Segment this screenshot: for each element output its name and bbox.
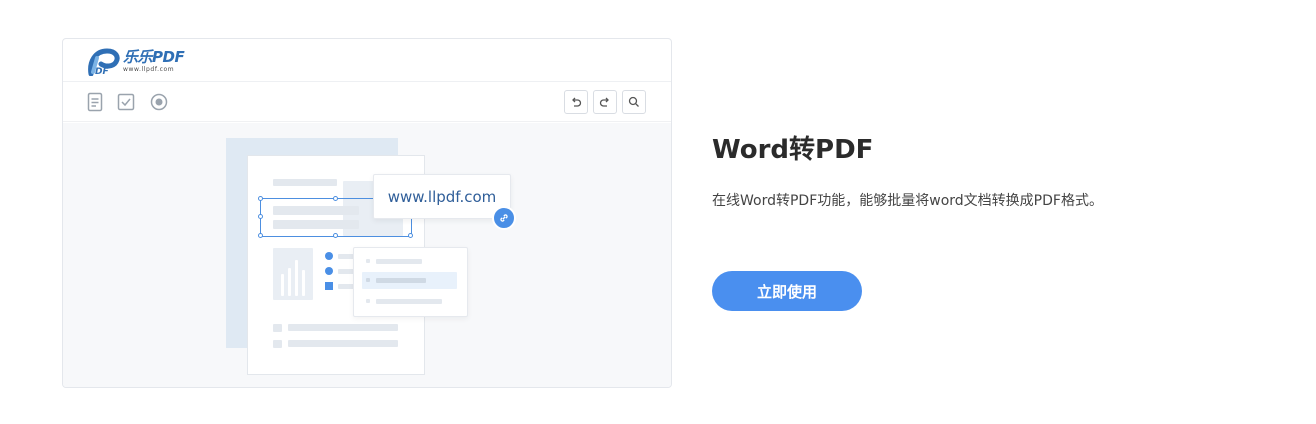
logo: DF 乐乐PDF www.llpdf.com [87,48,197,77]
preview-toolbar [63,82,671,122]
preview-header: DF 乐乐PDF www.llpdf.com [63,39,671,82]
undo-icon [572,97,582,107]
page: DF 乐乐PDF www.llpdf.com www.llpdf.com Wor… [0,0,1316,424]
link-icon [492,206,516,230]
logo-text: 乐乐PDF [123,48,185,66]
svg-text:DF: DF [95,67,109,76]
undo-button[interactable] [564,90,588,114]
record-icon[interactable] [149,92,169,112]
preview-card: DF 乐乐PDF www.llpdf.com www.llpdf.com [62,38,672,388]
checkbox-icon[interactable] [116,92,136,112]
logo-mark-icon: DF [87,48,121,77]
feature-description: 在线Word转PDF功能，能够批量将word文档转换成PDF格式。 [712,193,1103,209]
search-button[interactable] [622,90,646,114]
use-now-button[interactable]: 立即使用 [712,271,862,311]
illustration-panel [353,247,468,317]
feature-title: Word转PDF [712,135,874,165]
redo-icon [599,97,609,107]
illustration: www.llpdf.com [63,123,671,387]
document-icon[interactable] [85,92,105,112]
url-callout: www.llpdf.com [373,174,511,219]
search-icon [628,96,639,107]
logo-url: www.llpdf.com [123,66,175,73]
redo-button[interactable] [593,90,617,114]
